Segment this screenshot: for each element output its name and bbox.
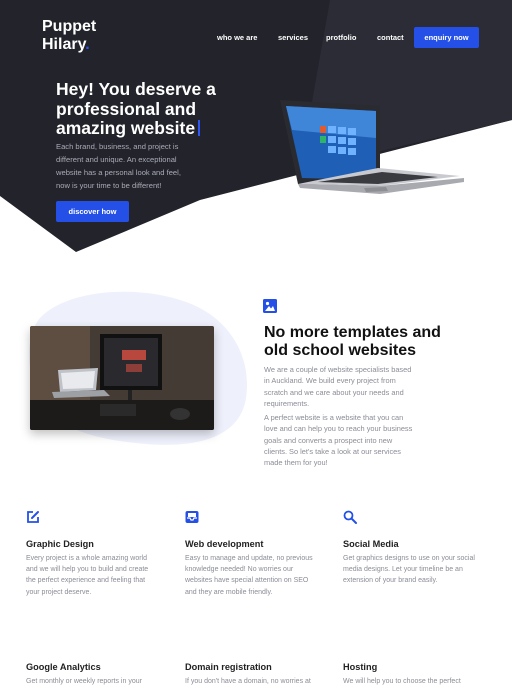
about-line: made them for you!: [264, 458, 328, 468]
about-line: clients. So let's take a look at our ser…: [264, 446, 401, 456]
service-text-google-analytics: Get monthly or weekly reports in your: [26, 676, 171, 687]
edit-icon: [27, 511, 39, 523]
about-line: in Auckland. We build every project from: [264, 376, 396, 386]
service-title-web-development: Web development: [185, 539, 264, 549]
laptop-image: [280, 100, 464, 194]
service-text-domain-registration: If you don't have a domain, no worries a…: [185, 676, 330, 687]
service-title-hosting: Hosting: [343, 662, 378, 672]
service-text-hosting: We will help you to choose the perfect: [343, 676, 488, 687]
service-line: and we will help you to build and create: [26, 566, 149, 574]
service-line: knowledge needed! No worries our: [185, 566, 294, 574]
service-line: media designs. Let your timeline be an: [343, 566, 463, 574]
service-line: We will help you to choose the perfect: [343, 678, 461, 685]
hero-text-line: website has a personal look and feel,: [56, 168, 181, 177]
hero-section: Puppet Hilary. who we are services protf…: [0, 0, 512, 252]
office-photo: [30, 326, 214, 430]
hero-title: Hey! You deserve a professional and amaz…: [56, 79, 256, 139]
enquiry-now-button[interactable]: enquiry now: [414, 27, 479, 48]
service-line: websites have special attention on SEO: [185, 577, 309, 585]
service-line: your project deserve.: [26, 588, 92, 596]
about-title-line1: No more templates and: [264, 324, 441, 341]
search-icon: [343, 510, 357, 524]
service-line: extension of your brand easily.: [343, 577, 438, 585]
about-line: love and can help you to reach your busi…: [264, 424, 413, 434]
hero-text-line: now is your time to be different!: [56, 181, 162, 190]
nav-services[interactable]: services: [278, 33, 308, 42]
nav-who-we-are[interactable]: who we are: [217, 33, 257, 42]
nav-portfolio[interactable]: protfolio: [326, 33, 356, 42]
service-text-web-development: Easy to manage and update, no previous k…: [185, 553, 330, 598]
service-text-social-media: Get graphics designs to use on your soci…: [343, 553, 488, 587]
service-line: If you don't have a domain, no worries a…: [185, 678, 311, 685]
hero-description: Each brand, business, and project is dif…: [56, 140, 216, 192]
service-line: the perfect experience and feeling that: [26, 577, 146, 585]
hero-text-line: Each brand, business, and project is: [56, 142, 179, 151]
service-title-google-analytics: Google Analytics: [26, 662, 101, 672]
service-line: Every project is a whole amazing world: [26, 555, 147, 562]
hero-title-line1: Hey! You deserve a: [56, 79, 216, 99]
hero-text-line: different and unique. An exceptional: [56, 155, 177, 164]
service-text-graphic-design: Every project is a whole amazing world a…: [26, 553, 171, 598]
hero-title-line2: professional and: [56, 98, 197, 119]
service-title-graphic-design: Graphic Design: [26, 539, 94, 549]
about-line: We are a couple of website specialists b…: [264, 365, 412, 374]
service-line: Easy to manage and update, no previous: [185, 555, 313, 562]
service-title-social-media: Social Media: [343, 539, 399, 549]
about-line: goals and converts a prospect into new: [264, 435, 393, 445]
about-line: A perfect website is a website that you …: [264, 413, 404, 422]
hero-title-line3: amazing website: [56, 118, 196, 138]
discover-how-button[interactable]: discover how: [56, 201, 129, 222]
about-line: requirements.: [264, 398, 310, 408]
inbox-icon: [185, 511, 199, 523]
nav-contact[interactable]: contact: [377, 33, 404, 42]
about-line: scratch and we care about your needs and: [264, 387, 404, 397]
about-paragraph-1: We are a couple of website specialists b…: [264, 364, 444, 409]
service-title-domain-registration: Domain registration: [185, 662, 272, 672]
service-line: Get graphics designs to use on your soci…: [343, 555, 475, 562]
picture-icon: [263, 299, 277, 313]
service-line: Get monthly or weekly reports in your: [26, 678, 142, 685]
about-paragraph-2: A perfect website is a website that you …: [264, 412, 444, 468]
text-cursor: [198, 120, 201, 136]
service-line: and they are mobile friendly.: [185, 588, 273, 596]
about-title: No more templates and old school website…: [264, 324, 464, 360]
about-title-line2: old school websites: [264, 342, 417, 359]
